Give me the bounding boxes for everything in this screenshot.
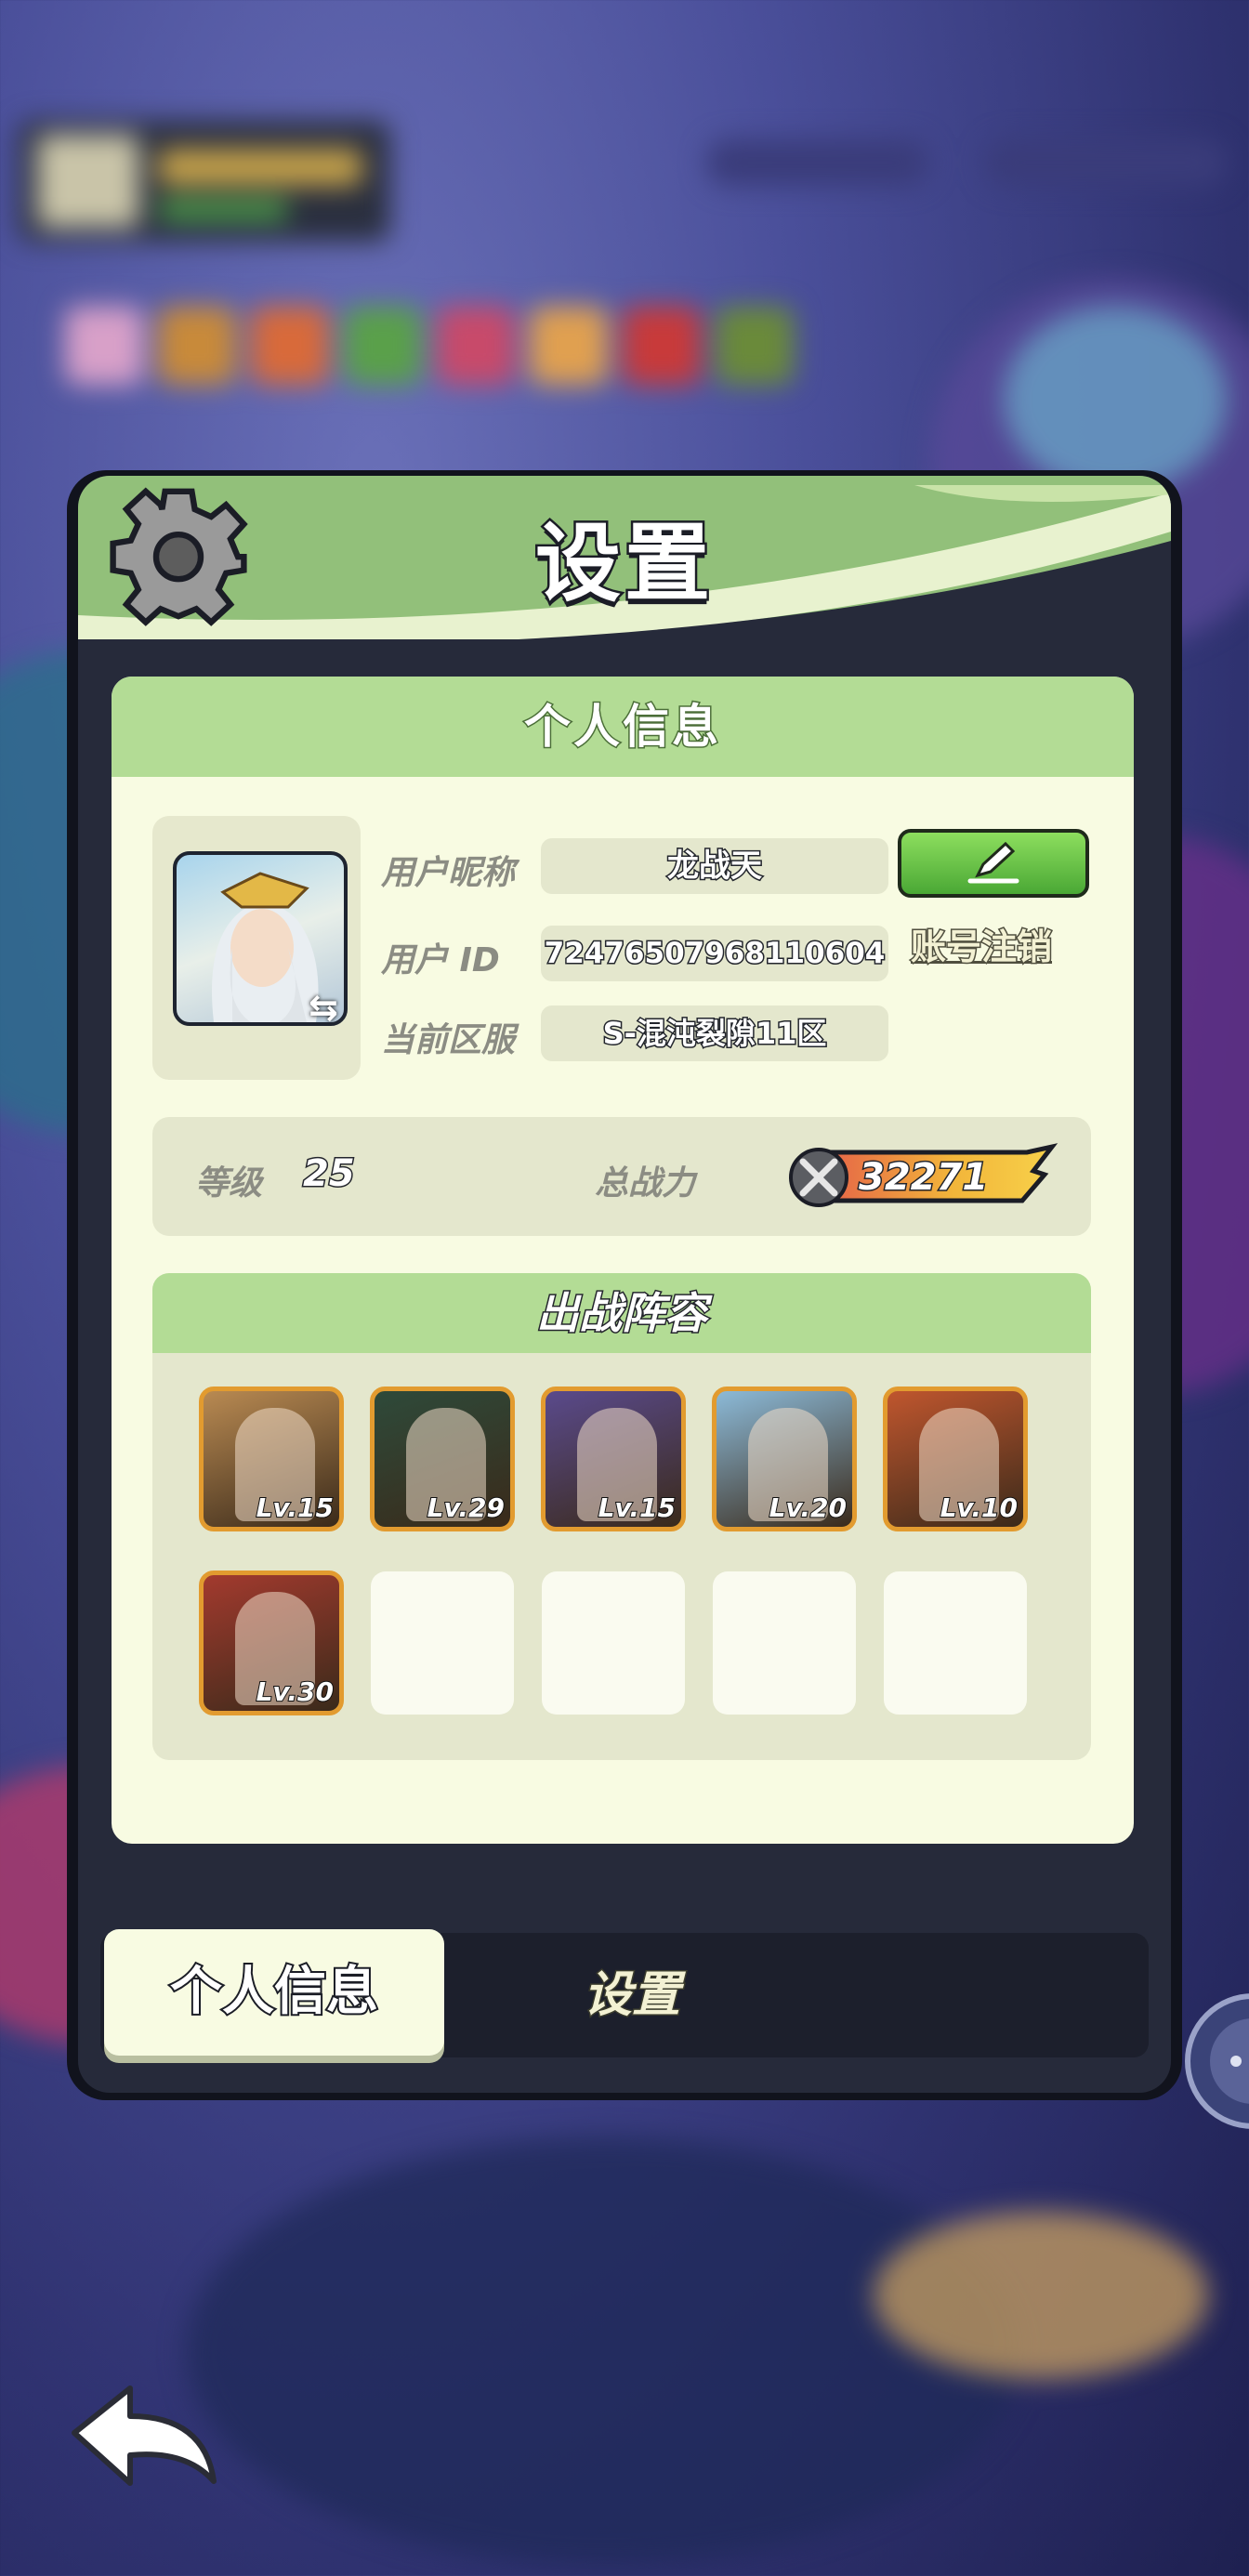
hero-slot[interactable]: Lv.29 (370, 1387, 515, 1531)
hero-level: Lv.15 (256, 1492, 335, 1524)
settings-dialog: 设置 个人信息 ⇆ 用户昵称 龙战天 用户 ID 724765079681106… (78, 476, 1171, 2093)
hero-slot[interactable]: Lv.30 (199, 1571, 344, 1715)
nickname-field: 龙战天 (541, 838, 888, 894)
lineup-header: 出战阵容 (152, 1273, 1091, 1353)
pencil-icon (967, 841, 1019, 884)
dialog-header: 设置 (78, 476, 1171, 639)
server-field: S-混沌裂隙11区 (541, 1005, 888, 1061)
edit-nickname-button[interactable] (898, 829, 1089, 898)
level-label: 等级 (195, 1164, 263, 1203)
power-badge: 32271 (789, 1143, 1059, 1210)
server-label: 当前区服 (381, 1021, 516, 1059)
lineup-title: 出战阵容 (535, 1287, 709, 1340)
empty-hero-slot[interactable] (542, 1571, 685, 1715)
account-cancel-link[interactable]: 账号注销 (909, 918, 1053, 969)
profile-section-header: 个人信息 (112, 677, 1134, 777)
hero-slot[interactable]: Lv.20 (712, 1387, 857, 1531)
tab-settings-label: 设置 (582, 1966, 681, 2025)
user-id-field: 72476507968110604 (541, 926, 888, 981)
hero-slot[interactable]: Lv.15 (541, 1387, 686, 1531)
stats-bar: 等级 25 总战力 32271 (152, 1117, 1091, 1236)
hero-slot[interactable]: Lv.10 (883, 1387, 1028, 1531)
empty-hero-slot[interactable] (884, 1571, 1027, 1715)
tab-profile-info-label: 个人信息 (168, 1960, 380, 2024)
chat-bubble-icon[interactable] (1178, 1987, 1249, 2136)
tab-settings[interactable]: 设置 (539, 1933, 725, 2057)
swap-icon[interactable]: ⇆ (309, 987, 344, 1022)
user-id-label: 用户 ID (381, 941, 500, 979)
avatar[interactable]: ⇆ (173, 851, 348, 1026)
hero-slot[interactable]: Lv.15 (199, 1387, 344, 1531)
back-arrow-icon[interactable] (65, 2379, 232, 2509)
hero-level: Lv.15 (598, 1492, 677, 1524)
hero-level: Lv.10 (940, 1492, 1019, 1524)
hero-level: Lv.20 (769, 1492, 848, 1524)
power-label: 总战力 (595, 1164, 696, 1203)
profile-section-title: 个人信息 (523, 699, 721, 756)
nickname-label: 用户昵称 (381, 854, 516, 892)
avatar-container[interactable]: ⇆ (152, 816, 361, 1080)
power-value: 32271 (857, 1155, 989, 1201)
profile-card: 个人信息 ⇆ 用户昵称 龙战天 用户 ID 72476507968110604 … (112, 677, 1134, 1844)
hero-level: Lv.30 (256, 1676, 335, 1708)
empty-hero-slot[interactable] (371, 1571, 514, 1715)
level-value: 25 (302, 1151, 357, 1197)
empty-hero-slot[interactable] (713, 1571, 856, 1715)
dialog-title: 设置 (532, 512, 714, 616)
tab-profile-info[interactable]: 个人信息 (104, 1929, 444, 2056)
battle-lineup: 出战阵容 Lv.15 Lv.29 Lv.15 Lv.20 Lv.10 Lv.30 (152, 1273, 1091, 1760)
crossed-swords-icon (789, 1148, 848, 1207)
hero-level: Lv.29 (427, 1492, 506, 1524)
